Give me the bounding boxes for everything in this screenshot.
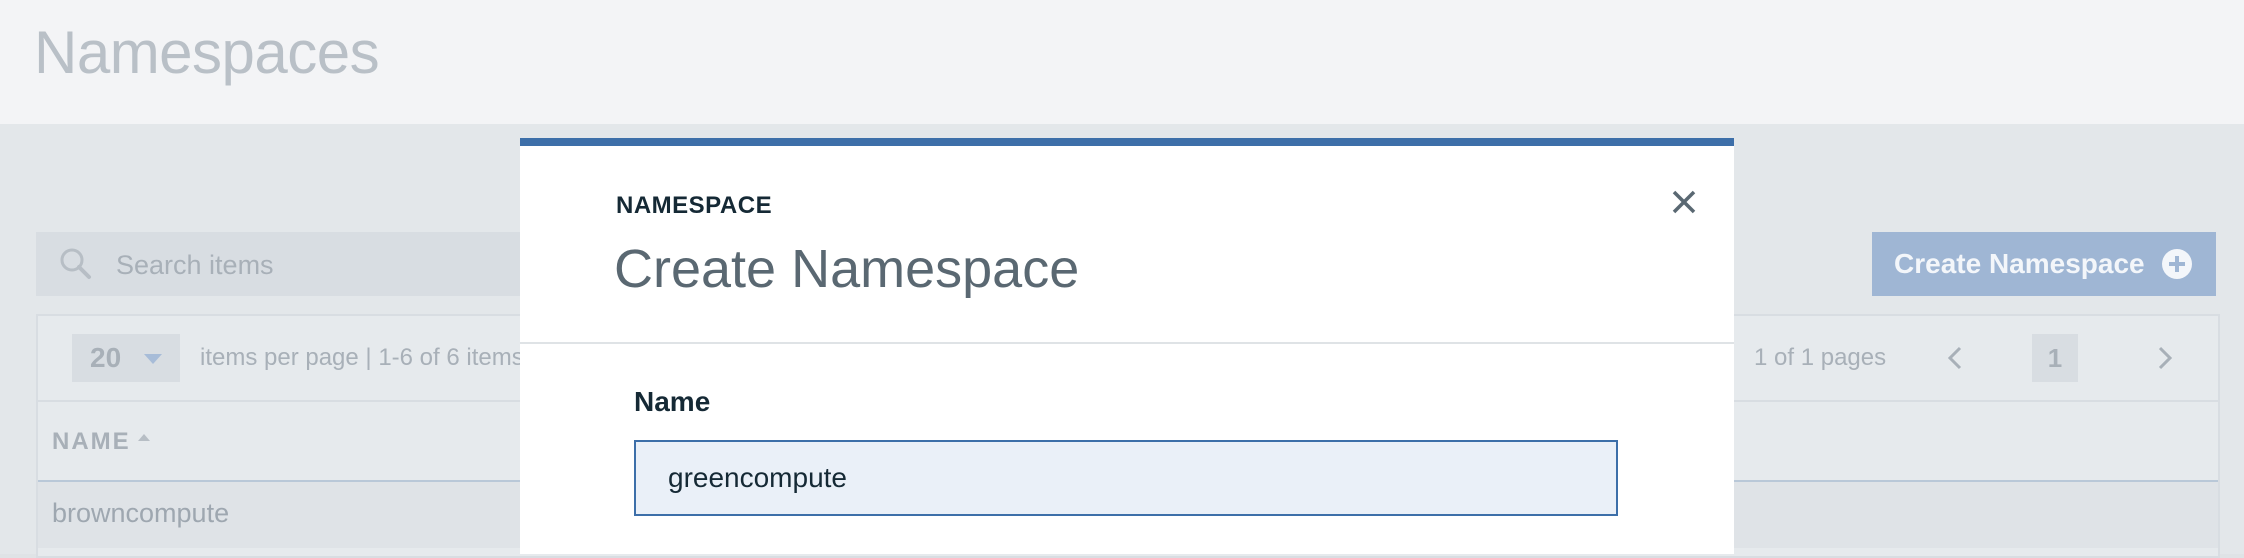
current-page[interactable]: 1: [2032, 334, 2078, 382]
page-title: Namespaces: [34, 19, 380, 86]
chevron-left-icon[interactable]: [1938, 338, 1974, 378]
name-field-label: Name: [634, 386, 711, 417]
sort-ascending-icon[interactable]: [138, 434, 150, 441]
table-cell-name: browncompute: [52, 498, 230, 528]
create-namespace-button[interactable]: Create Namespace: [1872, 232, 2216, 296]
create-namespace-label: Create Namespace: [1894, 248, 2145, 279]
modal-heading: Create Namespace: [614, 239, 1080, 299]
caret-down-icon: [144, 354, 162, 364]
page-size-value: 20: [90, 342, 122, 373]
page-header: Namespaces: [0, 0, 2244, 124]
pages-of-text: 1 of 1 pages: [1754, 344, 1887, 371]
chevron-right-icon[interactable]: [2146, 338, 2182, 378]
close-icon[interactable]: [1668, 186, 1700, 218]
search-input[interactable]: Search items: [116, 250, 274, 281]
plus-circle-icon: [2161, 249, 2192, 279]
page-size-select[interactable]: 20: [72, 334, 180, 382]
search-icon: [60, 248, 91, 279]
search-bar[interactable]: Search items: [36, 232, 576, 296]
modal-divider: [520, 342, 1734, 344]
modal-label: NAMESPACE: [616, 192, 773, 219]
create-namespace-modal: NAMESPACE Create Namespace Name: [520, 138, 1734, 554]
name-input[interactable]: [634, 440, 1618, 516]
items-per-page-text: items per page | 1-6 of 6 items: [200, 344, 524, 371]
column-header-name[interactable]: NAME: [52, 428, 131, 456]
